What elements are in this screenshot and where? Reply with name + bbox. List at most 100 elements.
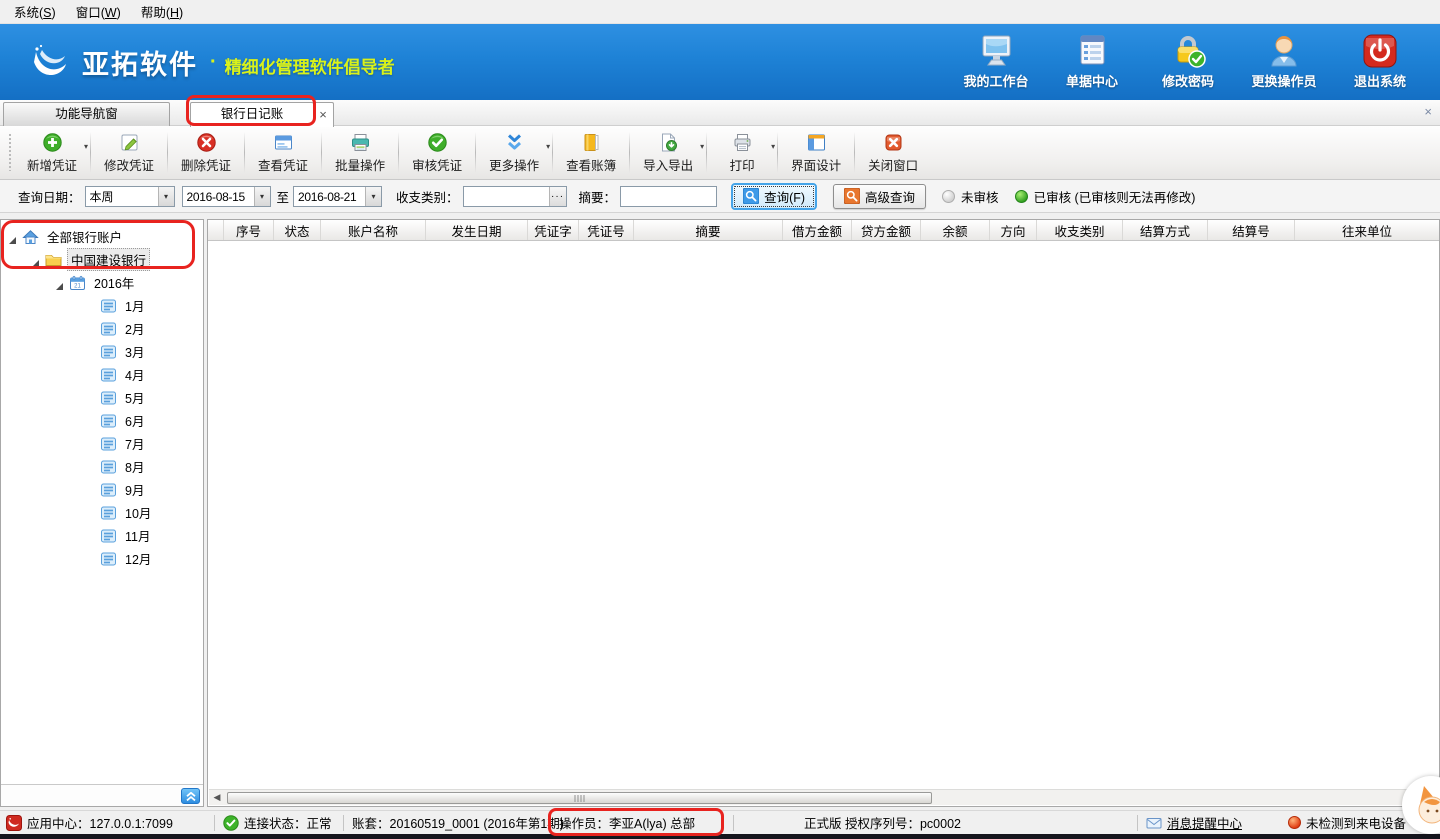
tree-item-year[interactable]: 21 2016年 bbox=[1, 271, 203, 294]
toolbar-separator bbox=[167, 132, 168, 173]
tree-item-month[interactable]: 5月 bbox=[1, 386, 203, 409]
close-window-button[interactable]: 关闭窗口 bbox=[856, 126, 930, 179]
assistant-mascot[interactable] bbox=[1402, 776, 1440, 834]
chevron-down-icon[interactable]: ▾ bbox=[254, 187, 270, 206]
column-header[interactable]: 往来单位 bbox=[1295, 220, 1439, 240]
dropdown-arrow[interactable]: ▾ bbox=[546, 142, 550, 151]
horizontal-scrollbar[interactable]: ◀ bbox=[209, 789, 1438, 805]
tree-item-month[interactable]: 1月 bbox=[1, 294, 203, 317]
tab-strip: 功能导航窗 银行日记账 × × bbox=[0, 100, 1440, 126]
category-field[interactable]: ··· bbox=[463, 186, 567, 207]
tab-bank-journal[interactable]: 银行日记账 bbox=[190, 102, 314, 127]
date-to-select[interactable]: 2016-08-21 ▾ bbox=[293, 186, 382, 207]
column-header[interactable]: 贷方金额 bbox=[852, 220, 921, 240]
edit-voucher-button[interactable]: 修改凭证 bbox=[92, 126, 166, 179]
tree-item-month[interactable]: 6月 bbox=[1, 409, 203, 432]
batch-operation-button[interactable]: 批量操作 bbox=[323, 126, 397, 179]
chevron-down-icon[interactable]: ▾ bbox=[158, 187, 174, 206]
tab-function-nav[interactable]: 功能导航窗 bbox=[3, 102, 170, 126]
column-header[interactable]: 方向 bbox=[990, 220, 1037, 240]
tree-item-month[interactable]: 2月 bbox=[1, 317, 203, 340]
tree-item-month[interactable]: 11月 bbox=[1, 524, 203, 547]
scrollbar-thumb[interactable] bbox=[227, 792, 932, 804]
brand-name: 亚拓软件 bbox=[82, 43, 198, 82]
collapse-panel-button[interactable] bbox=[181, 788, 200, 804]
dropdown-arrow[interactable]: ▾ bbox=[84, 142, 88, 151]
column-header[interactable]: 凭证字 bbox=[528, 220, 579, 240]
svg-text:21: 21 bbox=[74, 283, 81, 289]
status-bar: 应用中心：127.0.0.1:7099 连接状态：正常 账套：20160519_… bbox=[0, 810, 1440, 834]
edit-icon bbox=[119, 132, 140, 153]
document-center-button[interactable]: 单据中心 bbox=[1048, 34, 1136, 90]
workbench-button[interactable]: 我的工作台 bbox=[952, 34, 1040, 90]
calendar-icon: 21 bbox=[69, 275, 86, 291]
column-header[interactable]: 余额 bbox=[921, 220, 990, 240]
tree-item-month[interactable]: 7月 bbox=[1, 432, 203, 455]
add-voucher-button[interactable]: 新增凭证 ▾ bbox=[15, 126, 89, 179]
batch-icon bbox=[350, 132, 371, 153]
period-select[interactable]: 本周 ▾ bbox=[85, 186, 175, 207]
dropdown-arrow[interactable]: ▾ bbox=[700, 142, 704, 151]
expander-icon[interactable] bbox=[9, 230, 16, 244]
view-ledger-button[interactable]: 查看账簿 bbox=[554, 126, 628, 179]
summary-input[interactable] bbox=[621, 187, 716, 206]
change-password-button[interactable]: 修改密码 bbox=[1144, 34, 1232, 90]
summary-field[interactable] bbox=[620, 186, 717, 207]
column-header[interactable]: 收支类别 bbox=[1037, 220, 1123, 240]
audit-voucher-button[interactable]: 审核凭证 bbox=[400, 126, 474, 179]
dropdown-arrow[interactable]: ▾ bbox=[771, 142, 775, 151]
category-picker-button[interactable]: ··· bbox=[549, 187, 566, 206]
column-header[interactable]: 结算方式 bbox=[1123, 220, 1208, 240]
more-operations-button[interactable]: 更多操作 ▾ bbox=[477, 126, 551, 179]
column-header[interactable]: 账户名称 bbox=[321, 220, 426, 240]
app-header: 亚拓软件 · 精细化管理软件倡导者 我的工作台 单据中心 bbox=[0, 24, 1440, 100]
tree-item-bank[interactable]: 中国建设银行 bbox=[1, 248, 203, 271]
legend-audited: 已审核 (已审核则无法再修改) bbox=[1015, 187, 1196, 206]
tabstrip-close-icon[interactable]: × bbox=[1424, 104, 1432, 119]
print-button[interactable]: 打印 ▾ bbox=[708, 126, 776, 179]
menu-help[interactable]: 帮助(H) bbox=[133, 0, 195, 24]
month-list-icon bbox=[100, 482, 117, 498]
search-button[interactable]: 查询(F) bbox=[731, 183, 817, 210]
account-tree-panel: 全部银行账户 中国建设银行 21 2016年 1月 2月 3月 4月 5月 6月… bbox=[0, 219, 204, 807]
exit-system-button[interactable]: 退出系统 bbox=[1336, 34, 1424, 90]
month-list-icon bbox=[100, 321, 117, 337]
toolbar-grip[interactable] bbox=[7, 134, 12, 171]
tree-item-month[interactable]: 12月 bbox=[1, 547, 203, 570]
audited-dot-icon bbox=[1015, 190, 1028, 203]
tree-item-month[interactable]: 8月 bbox=[1, 455, 203, 478]
tab-close-button[interactable]: × bbox=[313, 102, 334, 127]
view-voucher-button[interactable]: 查看凭证 bbox=[246, 126, 320, 179]
tree-item-month[interactable]: 4月 bbox=[1, 363, 203, 386]
column-header[interactable]: 发生日期 bbox=[426, 220, 528, 240]
message-center-link[interactable]: 消息提醒中心 bbox=[1146, 813, 1242, 832]
menu-window[interactable]: 窗口(W) bbox=[68, 0, 133, 24]
category-input[interactable] bbox=[464, 187, 549, 206]
toolbar-separator bbox=[854, 132, 855, 173]
date-from-select[interactable]: 2016-08-15 ▾ bbox=[182, 186, 271, 207]
ui-design-button[interactable]: 界面设计 bbox=[779, 126, 853, 179]
column-header[interactable]: 凭证号 bbox=[579, 220, 634, 240]
menu-system[interactable]: 系统(S) bbox=[6, 0, 68, 24]
tree-item-month[interactable]: 10月 bbox=[1, 501, 203, 524]
column-header[interactable]: 摘要 bbox=[634, 220, 783, 240]
toolbar-separator bbox=[475, 132, 476, 173]
scroll-left-arrow-icon[interactable]: ◀ bbox=[209, 790, 225, 806]
expander-icon[interactable] bbox=[32, 253, 39, 267]
switch-operator-button[interactable]: 更换操作员 bbox=[1240, 34, 1328, 90]
tree-item-month[interactable]: 3月 bbox=[1, 340, 203, 363]
column-header[interactable]: 借方金额 bbox=[783, 220, 852, 240]
chevron-down-icon[interactable]: ▾ bbox=[365, 187, 381, 206]
status-connection: 连接状态：正常 bbox=[223, 813, 335, 832]
column-header[interactable]: 序号 bbox=[224, 220, 274, 240]
home-icon bbox=[22, 229, 39, 245]
expander-icon[interactable] bbox=[56, 276, 63, 290]
tree-item-all-accounts[interactable]: 全部银行账户 bbox=[1, 225, 203, 248]
column-header[interactable]: 状态 bbox=[274, 220, 321, 240]
row-indicator-header bbox=[208, 220, 224, 240]
advanced-search-button[interactable]: 高级查询 bbox=[833, 184, 926, 209]
column-header[interactable]: 结算号 bbox=[1208, 220, 1295, 240]
import-export-button[interactable]: 导入导出 ▾ bbox=[631, 126, 705, 179]
delete-voucher-button[interactable]: 删除凭证 bbox=[169, 126, 243, 179]
tree-item-month[interactable]: 9月 bbox=[1, 478, 203, 501]
